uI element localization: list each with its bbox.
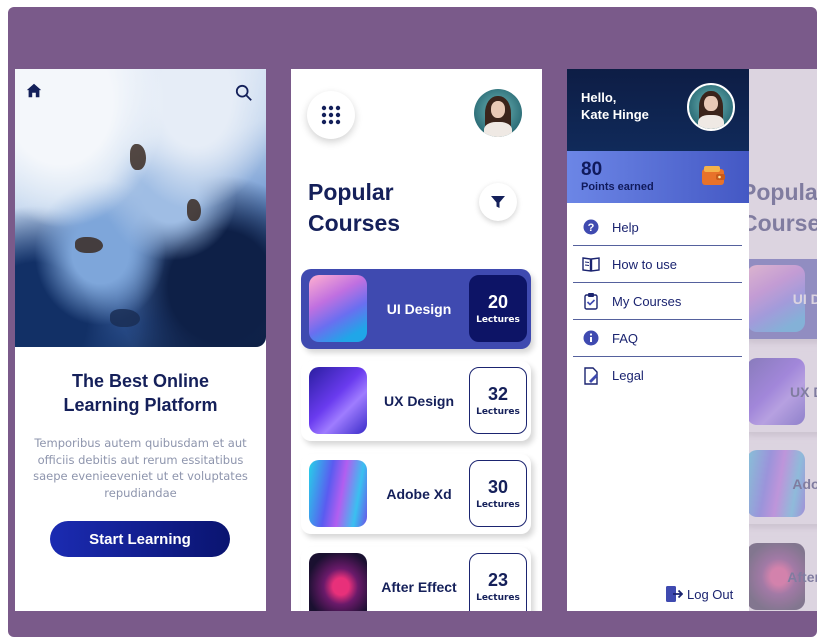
course-thumbnail — [309, 553, 367, 611]
logout-label: Log Out — [687, 586, 734, 602]
lecture-count: 32 Lectures — [469, 367, 527, 434]
showcase-frame: The Best Online Learning Platform Tempor… — [8, 7, 817, 637]
menu-item-legal[interactable]: Legal — [573, 357, 742, 394]
course-name: Adobe Xd — [386, 486, 452, 502]
grid-menu-button[interactable] — [307, 91, 355, 139]
course-name: UI Design — [386, 301, 452, 317]
menu-item-label: How to use — [612, 256, 678, 272]
drawer-screen: Hello, Kate Hinge 80 Points earned ? Hel… — [567, 69, 749, 611]
drawer-header: Hello, Kate Hinge — [567, 69, 749, 151]
menu-item-label: My Courses — [612, 293, 682, 309]
hero-image — [15, 69, 266, 347]
info-icon — [583, 330, 599, 346]
greeting-text: Hello, Kate Hinge — [581, 90, 649, 122]
welcome-title: The Best Online Learning Platform — [63, 371, 218, 415]
menu-item-label: FAQ — [612, 330, 639, 346]
menu-item-how-to-use[interactable]: How to use — [573, 246, 742, 283]
menu-item-my-courses[interactable]: My Courses — [573, 283, 742, 320]
course-card-ui-design[interactable]: UI Design 20 Lectures — [301, 269, 531, 349]
wallet-icon — [702, 166, 725, 185]
points-label: Points earned — [581, 181, 654, 193]
points-panel: 80 Points earned — [567, 151, 749, 203]
lecture-count: 30 Lectures — [469, 460, 527, 527]
logout-button[interactable]: Log Out — [665, 585, 733, 603]
search-icon[interactable] — [235, 84, 253, 102]
avatar[interactable] — [687, 83, 735, 131]
page-title: Popular Courses — [308, 179, 401, 236]
lecture-count: 20 Lectures — [469, 275, 527, 342]
welcome-description: Temporibus autem quibusdam et aut offici… — [33, 436, 248, 500]
course-card-after-effect[interactable]: After Effect 23 Lectures — [301, 547, 531, 611]
book-icon — [582, 257, 600, 272]
course-name: UX Design — [383, 393, 454, 409]
document-icon — [584, 366, 598, 385]
course-thumbnail — [309, 367, 367, 434]
clipboard-icon — [584, 293, 598, 310]
start-learning-button[interactable]: Start Learning — [50, 521, 230, 557]
courses-screen: Popular Courses UI Design 20 Lectures UX… — [291, 69, 542, 611]
course-card-adobe-xd[interactable]: Adobe Xd 30 Lectures — [301, 454, 531, 534]
filter-icon — [491, 196, 505, 208]
lecture-count: 23 Lectures — [469, 553, 527, 611]
avatar[interactable] — [474, 89, 522, 137]
points-value: 80 — [581, 159, 603, 180]
menu-item-faq[interactable]: FAQ — [573, 320, 742, 357]
home-icon[interactable] — [25, 82, 43, 100]
overlay-shade — [749, 69, 817, 611]
course-card-ux-design[interactable]: UX Design 32 Lectures — [301, 361, 531, 441]
course-thumbnail — [309, 460, 367, 527]
menu-item-help[interactable]: ? Help — [573, 209, 742, 246]
filter-button[interactable] — [479, 183, 517, 221]
drawer-menu: ? Help How to use My Courses FAQ Legal — [573, 209, 742, 394]
menu-item-label: Legal — [612, 368, 644, 383]
svg-text:?: ? — [588, 222, 595, 234]
help-icon: ? — [583, 219, 599, 235]
welcome-screen: The Best Online Learning Platform Tempor… — [15, 69, 266, 611]
menu-item-label: Help — [612, 219, 639, 235]
grid-menu-icon — [321, 105, 341, 125]
course-name: After Effect — [381, 579, 457, 595]
logout-icon — [666, 586, 683, 602]
course-thumbnail — [309, 275, 367, 342]
